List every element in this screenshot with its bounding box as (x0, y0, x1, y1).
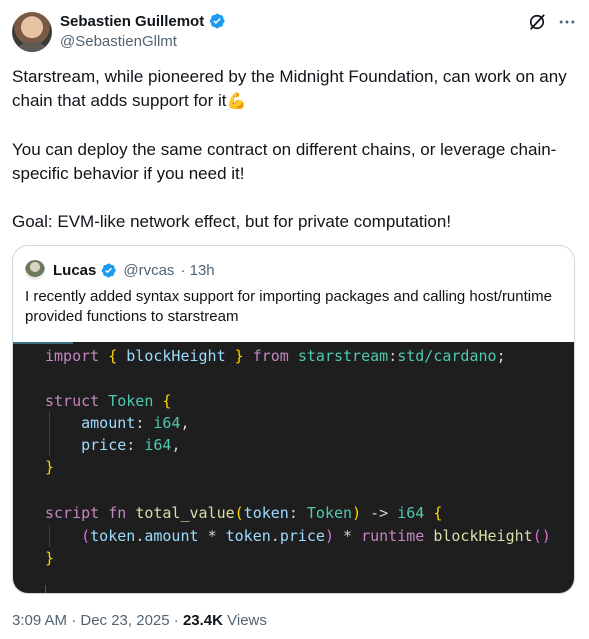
verified-badge-icon (102, 263, 117, 277)
tweet-paragraph-text: Starstream, while pioneered by the Midni… (12, 67, 567, 110)
code-line-field-amount: amount: i64, (81, 414, 190, 432)
code-line-fn-close: } (45, 549, 55, 567)
code-line-struct: struct Token { (45, 392, 172, 410)
code-tab-indicator (13, 342, 73, 344)
quoted-tweet-card[interactable]: Lucas @rvcas · 13h I recently added synt… (12, 245, 575, 594)
author-avatar[interactable] (12, 12, 52, 52)
tweet-body: Starstream, while pioneered by the Midni… (12, 65, 578, 234)
more-options-icon[interactable] (557, 12, 577, 32)
tweet-header: Sebastien Guillemot @SebastienGllmt (12, 10, 577, 54)
indent-guide (49, 412, 50, 456)
quoted-author-avatar (25, 260, 45, 280)
author-handle[interactable]: @SebastienGllmt (60, 33, 177, 50)
author-name-row: Sebastien Guillemot (60, 12, 226, 30)
author-display-name[interactable]: Sebastien Guillemot (60, 13, 204, 30)
grok-icon[interactable] (527, 12, 547, 32)
quoted-author-handle: @rvcas (123, 261, 175, 279)
views-count[interactable]: 23.4K (183, 612, 223, 629)
indent-guide (49, 525, 50, 547)
code-screenshot: import { blockHeight } from starstream:s… (13, 342, 574, 593)
flexed-biceps-emoji-icon: 💪 (226, 93, 247, 110)
verified-badge-icon (210, 13, 225, 29)
tweet-timestamp[interactable]: 3:09 AM · Dec 23, 2025 · (12, 612, 183, 629)
tweet-paragraph: Goal: EVM-like network effect, but for p… (12, 212, 452, 231)
quoted-author-name: Lucas (53, 261, 97, 279)
views-label: Views (222, 612, 267, 629)
code-line-import: import { blockHeight } from starstream:s… (45, 347, 506, 365)
quoted-tweet-text: I recently added syntax support for impo… (25, 288, 552, 325)
text-cursor (45, 585, 46, 593)
quoted-tweet-time: · 13h (180, 261, 215, 279)
tweet-paragraph: Starstream, while pioneered by the Midni… (12, 65, 578, 114)
code-line-struct-close: } (45, 458, 55, 476)
code-line-fn-signature: script fn total_value(token: Token) -> i… (45, 504, 443, 522)
code-line-fn-body: (token.amount * token.price) * runtime b… (81, 527, 551, 545)
code-line-field-price: price: i64, (81, 436, 181, 454)
tweet-footer: 3:09 AM · Dec 23, 2025 · 23.4K Views (12, 612, 267, 629)
tweet-paragraph: You can deploy the same contract on diff… (12, 140, 557, 183)
quoted-tweet-header: Lucas @rvcas · 13h (25, 260, 215, 280)
